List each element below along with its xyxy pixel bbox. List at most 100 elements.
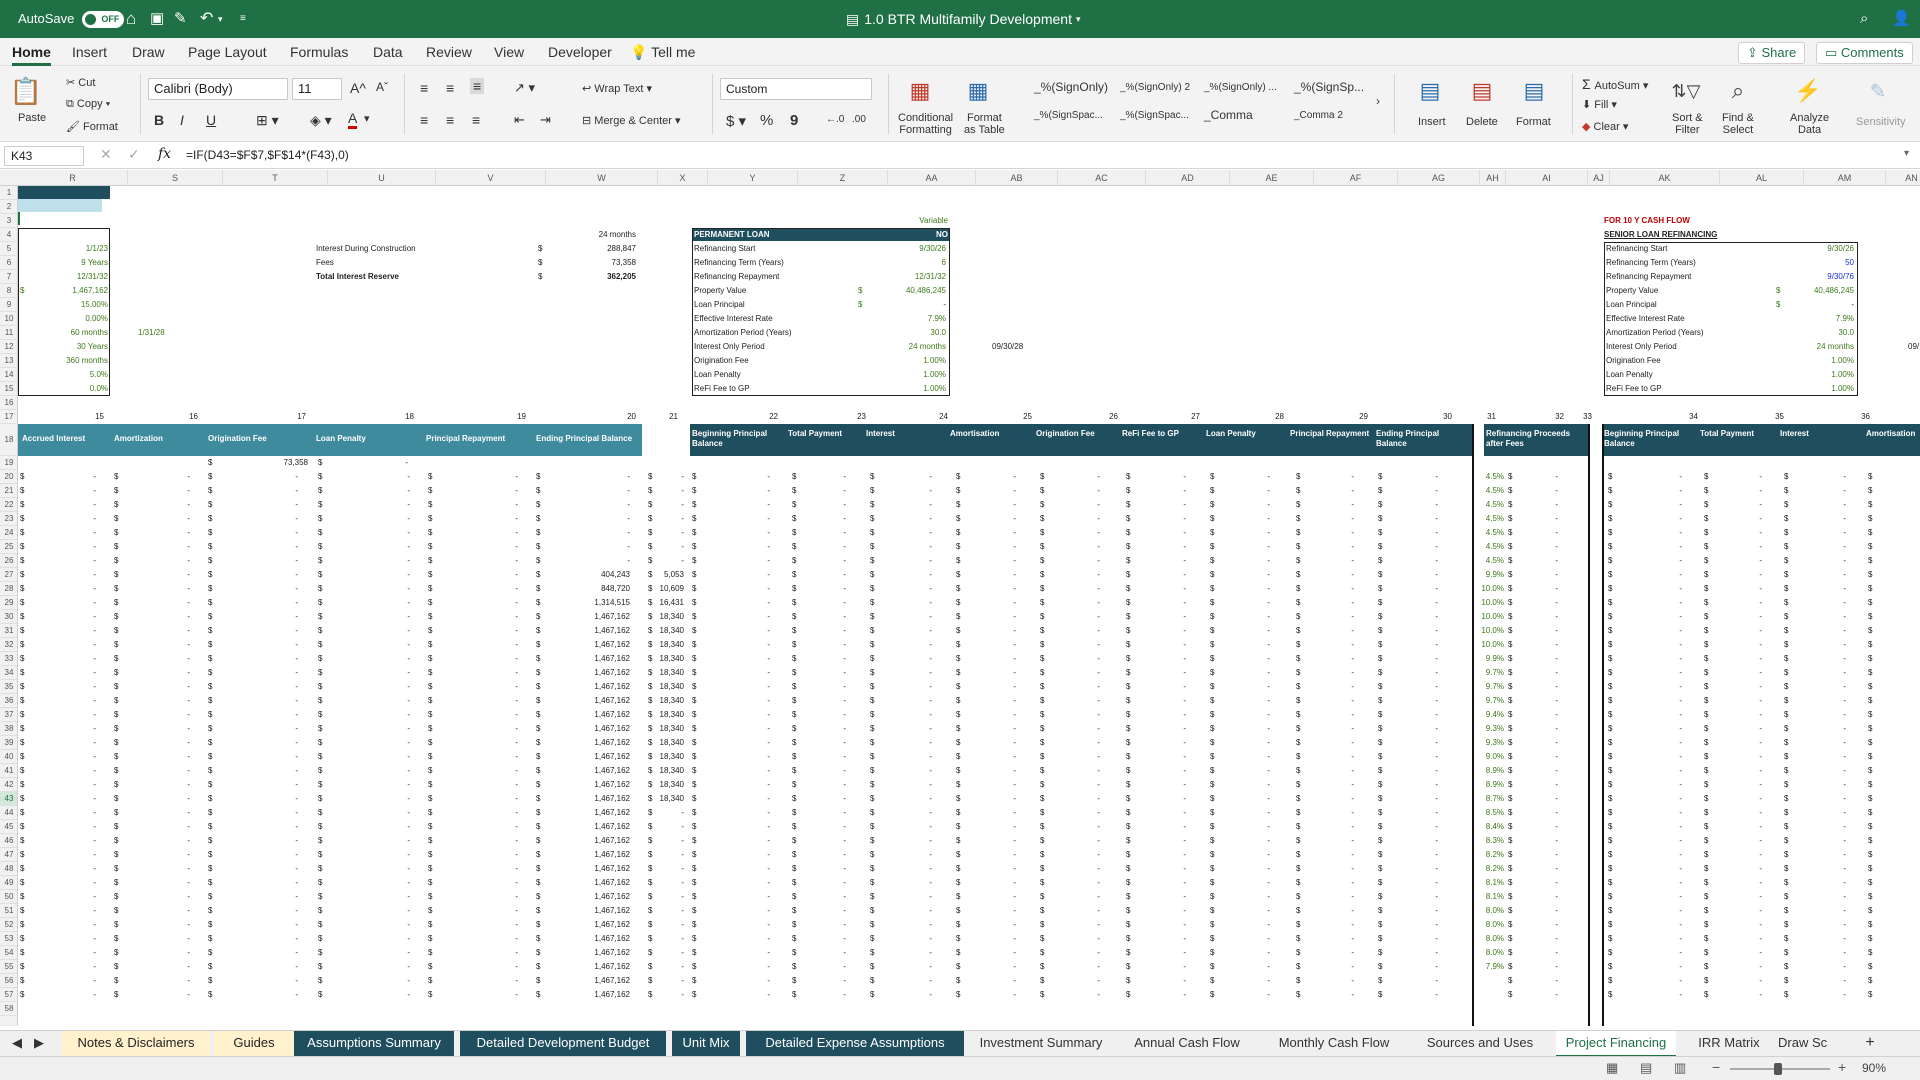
number-format-select[interactable]: Custom bbox=[720, 78, 872, 100]
row-header[interactable]: 4 bbox=[0, 228, 17, 242]
align-right-icon[interactable]: ≡ bbox=[472, 112, 480, 128]
tab-formulas[interactable]: Formulas bbox=[290, 38, 348, 66]
row-header[interactable]: 8 bbox=[0, 284, 17, 298]
increase-decimal-icon[interactable]: ←.0 bbox=[826, 114, 844, 125]
sheet-tab[interactable]: Monthly Cash Flow bbox=[1270, 1031, 1398, 1057]
underline-button[interactable]: U bbox=[206, 112, 216, 128]
column-header[interactable]: AE bbox=[1230, 170, 1314, 186]
currency-button[interactable]: $ ▾ bbox=[726, 112, 746, 130]
insert-cells-icon[interactable]: ▤ bbox=[1408, 76, 1452, 106]
column-header[interactable]: AC bbox=[1058, 170, 1146, 186]
row-header[interactable]: 44 bbox=[0, 806, 17, 820]
row-header[interactable]: 52 bbox=[0, 918, 17, 932]
align-left-icon[interactable]: ≡ bbox=[420, 112, 428, 128]
row-header[interactable]: 15 bbox=[0, 382, 17, 396]
clear-button[interactable]: ◆ Clear ▾ bbox=[1582, 120, 1628, 133]
wrap-text-button[interactable]: ↩ Wrap Text ▾ bbox=[582, 82, 652, 95]
prev-sheet-icon[interactable]: ◀ bbox=[8, 1031, 26, 1057]
row-header[interactable]: 17 bbox=[0, 410, 17, 424]
sheet-tab[interactable]: Detailed Expense Assumptions bbox=[746, 1031, 964, 1057]
column-header[interactable]: AH bbox=[1480, 170, 1506, 186]
row-header[interactable]: 46 bbox=[0, 834, 17, 848]
copy-button[interactable]: ⧉ Copy ▾ bbox=[66, 98, 110, 111]
sheet-tab[interactable]: IRR Matrix bbox=[1682, 1031, 1776, 1057]
row-header[interactable]: 34 bbox=[0, 666, 17, 680]
row-header[interactable]: 51 bbox=[0, 904, 17, 918]
percent-button[interactable]: % bbox=[760, 112, 773, 129]
column-header[interactable]: R bbox=[18, 170, 128, 186]
fx-icon[interactable]: fx bbox=[158, 146, 171, 162]
row-header[interactable]: 25 bbox=[0, 540, 17, 554]
cancel-icon[interactable]: ✕ bbox=[100, 146, 112, 163]
row-header[interactable]: 58 bbox=[0, 1002, 17, 1016]
analyze-data-icon[interactable]: ⚡ bbox=[1788, 76, 1828, 106]
format-as-table-button[interactable]: Format as Table bbox=[964, 112, 1005, 136]
delete-cells-icon[interactable]: ▤ bbox=[1460, 76, 1504, 106]
row-header[interactable]: 14 bbox=[0, 368, 17, 382]
row-header[interactable]: 31 bbox=[0, 624, 17, 638]
column-header[interactable]: X bbox=[658, 170, 708, 186]
row-header[interactable]: 6 bbox=[0, 256, 17, 270]
column-header[interactable]: AB bbox=[976, 170, 1058, 186]
row-header[interactable]: 24 bbox=[0, 526, 17, 540]
row-header[interactable]: 38 bbox=[0, 722, 17, 736]
style-6[interactable]: _%(SignSpac... bbox=[1120, 110, 1189, 121]
row-header[interactable]: 1 bbox=[0, 186, 17, 200]
analyze-data-button[interactable]: Analyze Data bbox=[1790, 112, 1829, 136]
row-header[interactable]: 57 bbox=[0, 988, 17, 1002]
fill-color-icon[interactable]: ◈ ▾ bbox=[310, 112, 332, 129]
column-header[interactable]: W bbox=[546, 170, 658, 186]
tell-me[interactable]: 💡 Tell me bbox=[630, 38, 695, 66]
sort-filter-icon[interactable]: ⇅▽ bbox=[1666, 76, 1706, 106]
zoom-level[interactable]: 90% bbox=[1862, 1061, 1886, 1075]
row-header[interactable]: 37 bbox=[0, 708, 17, 722]
sheet-tab[interactable]: Unit Mix bbox=[672, 1031, 740, 1057]
tab-draw[interactable]: Draw bbox=[132, 38, 165, 66]
decrease-decimal-icon[interactable]: .00 bbox=[852, 114, 866, 125]
row-header[interactable]: 33 bbox=[0, 652, 17, 666]
cut-button[interactable]: ✂ Cut bbox=[66, 76, 95, 89]
undo-icon[interactable]: ↶ bbox=[200, 0, 213, 38]
row-header[interactable]: 26 bbox=[0, 554, 17, 568]
format-painter-button[interactable]: 🖌 Format bbox=[66, 120, 118, 133]
bold-button[interactable]: B bbox=[154, 112, 164, 128]
sensitivity-icon[interactable]: ✎ bbox=[1858, 76, 1898, 106]
decrease-font-icon[interactable]: Aˇ bbox=[376, 80, 388, 94]
increase-indent-icon[interactable]: ⇥ bbox=[540, 112, 551, 128]
share-button[interactable]: ⇪ Share bbox=[1738, 42, 1806, 64]
row-header[interactable]: 47 bbox=[0, 848, 17, 862]
account-icon[interactable]: 👤 bbox=[1892, 0, 1911, 38]
row-header[interactable]: 48 bbox=[0, 862, 17, 876]
column-header[interactable]: T bbox=[223, 170, 328, 186]
column-header[interactable]: U bbox=[328, 170, 436, 186]
decrease-indent-icon[interactable]: ⇤ bbox=[514, 112, 525, 128]
style-2[interactable]: _%(SignOnly) 2 bbox=[1120, 82, 1190, 93]
row-header[interactable]: 21 bbox=[0, 484, 17, 498]
row-header[interactable]: 7 bbox=[0, 270, 17, 284]
normal-view-icon[interactable]: ▦ bbox=[1606, 1060, 1618, 1076]
sheet-tab[interactable]: Investment Summary bbox=[964, 1031, 1118, 1057]
row-header[interactable]: 16 bbox=[0, 396, 17, 410]
title-chevron-icon[interactable]: ▾ bbox=[1076, 0, 1081, 38]
style-4[interactable]: _%(SignSp... bbox=[1294, 80, 1364, 94]
row-header[interactable]: 42 bbox=[0, 778, 17, 792]
column-header[interactable]: AK bbox=[1610, 170, 1720, 186]
sheet-tab[interactable]: Notes & Disclaimers bbox=[62, 1031, 210, 1057]
orientation-icon[interactable]: ↗ ▾ bbox=[514, 80, 535, 96]
paste-button[interactable]: Paste bbox=[18, 112, 46, 124]
font-size-select[interactable]: 11 bbox=[292, 78, 342, 100]
row-header[interactable]: 22 bbox=[0, 498, 17, 512]
column-header[interactable]: AA bbox=[888, 170, 976, 186]
style-7[interactable]: _Comma bbox=[1204, 108, 1253, 122]
row-header[interactable]: 56 bbox=[0, 974, 17, 988]
zoom-slider-thumb[interactable] bbox=[1774, 1063, 1782, 1075]
font-color-icon[interactable]: A bbox=[348, 110, 358, 129]
delete-button[interactable]: Delete bbox=[1466, 116, 1498, 128]
tab-page-layout[interactable]: Page Layout bbox=[188, 38, 267, 66]
row-header[interactable]: 43 bbox=[0, 792, 17, 806]
increase-font-icon[interactable]: A^ bbox=[350, 80, 366, 96]
sheet-tab[interactable]: Draw Sch bbox=[1778, 1031, 1828, 1057]
row-header[interactable]: 30 bbox=[0, 610, 17, 624]
customize-toolbar-icon[interactable]: ≡ bbox=[240, 0, 246, 38]
column-header[interactable]: AD bbox=[1146, 170, 1230, 186]
